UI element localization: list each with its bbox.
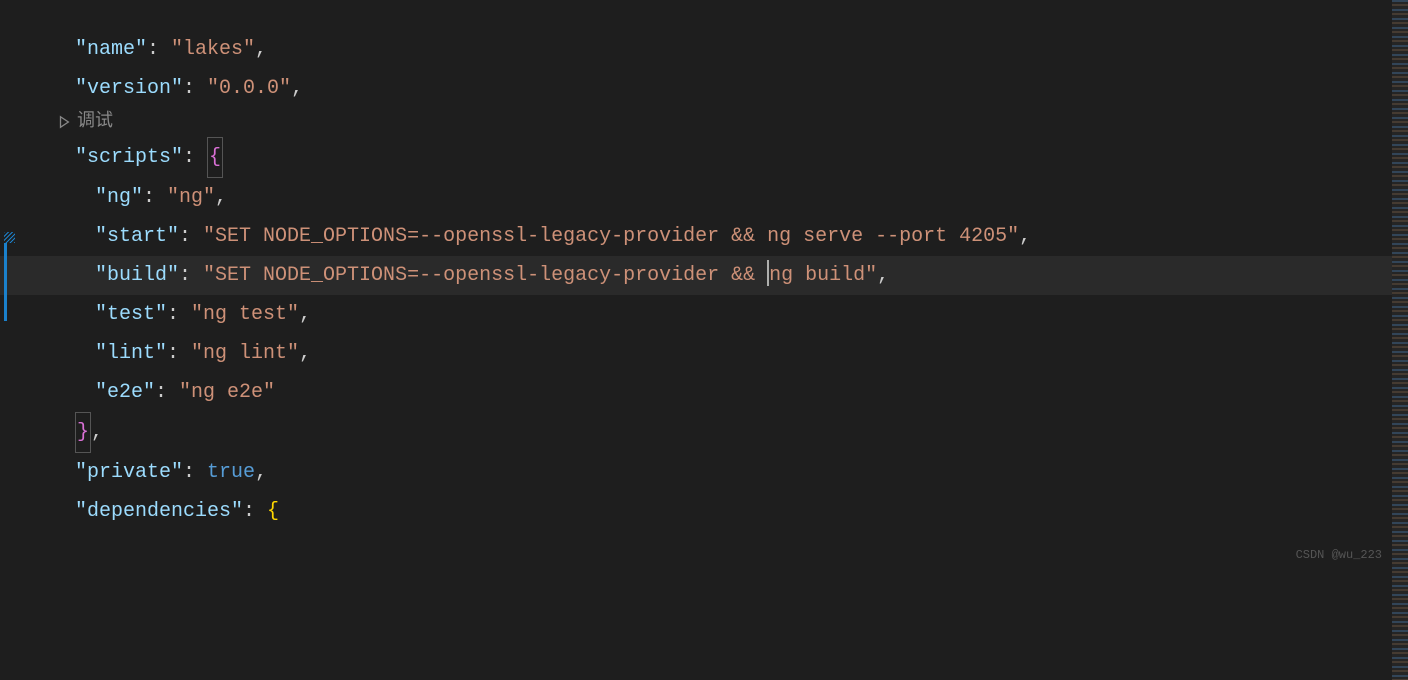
json-key: "private" (75, 461, 183, 484)
code-line[interactable]: "version": "0.0.0", (0, 69, 1408, 108)
json-value: "SET NODE_OPTIONS=--openssl-legacy-provi… (203, 225, 1019, 248)
code-editor[interactable]: "name": "lakes", "version": "0.0.0", 调试 … (0, 0, 1408, 531)
json-key: "lint" (95, 342, 167, 365)
codelens-debug[interactable]: 调试 (0, 108, 1408, 137)
watermark: CSDN @wu_223 (1296, 548, 1382, 562)
text-cursor (767, 260, 769, 286)
json-value: true (207, 461, 255, 484)
json-value: "ng" (167, 186, 215, 209)
code-line[interactable]: "test": "ng test", (0, 295, 1408, 334)
brace-open: { (267, 500, 279, 523)
code-line[interactable]: "e2e": "ng e2e" (0, 373, 1408, 412)
code-line-active[interactable]: "build": "SET NODE_OPTIONS=--openssl-leg… (0, 256, 1408, 295)
json-key: "version" (75, 77, 183, 100)
code-line[interactable]: "private": true, (0, 453, 1408, 492)
json-value: "0.0.0" (207, 77, 291, 100)
json-key: "ng" (95, 186, 143, 209)
play-icon (57, 115, 71, 129)
json-value: "SET NODE_OPTIONS=--openssl-legacy-provi… (203, 264, 767, 287)
json-value: "ng e2e" (179, 381, 275, 404)
json-key: "build" (95, 264, 179, 287)
codelens-label: 调试 (77, 108, 113, 137)
minimap[interactable] (1392, 0, 1408, 680)
json-value: "lakes" (171, 38, 255, 61)
json-value: ng build" (769, 264, 877, 287)
json-key: "name" (75, 38, 147, 61)
json-key: "dependencies" (75, 500, 243, 523)
minimap-content (1392, 0, 1408, 680)
code-line[interactable]: "ng": "ng", (0, 178, 1408, 217)
code-line[interactable]: "dependencies": { (0, 492, 1408, 531)
code-line[interactable]: "name": "lakes", (0, 30, 1408, 69)
json-value: "ng test" (191, 303, 299, 326)
code-line[interactable]: "start": "SET NODE_OPTIONS=--openssl-leg… (0, 217, 1408, 256)
json-key: "test" (95, 303, 167, 326)
code-line[interactable]: "lint": "ng lint", (0, 334, 1408, 373)
brace-open: { (207, 137, 223, 178)
brace-close: } (75, 412, 91, 453)
json-key: "scripts" (75, 146, 183, 169)
json-key: "e2e" (95, 381, 155, 404)
code-line[interactable]: "scripts": { (0, 137, 1408, 178)
json-value: "ng lint" (191, 342, 299, 365)
code-line[interactable]: }, (0, 412, 1408, 453)
json-key: "start" (95, 225, 179, 248)
